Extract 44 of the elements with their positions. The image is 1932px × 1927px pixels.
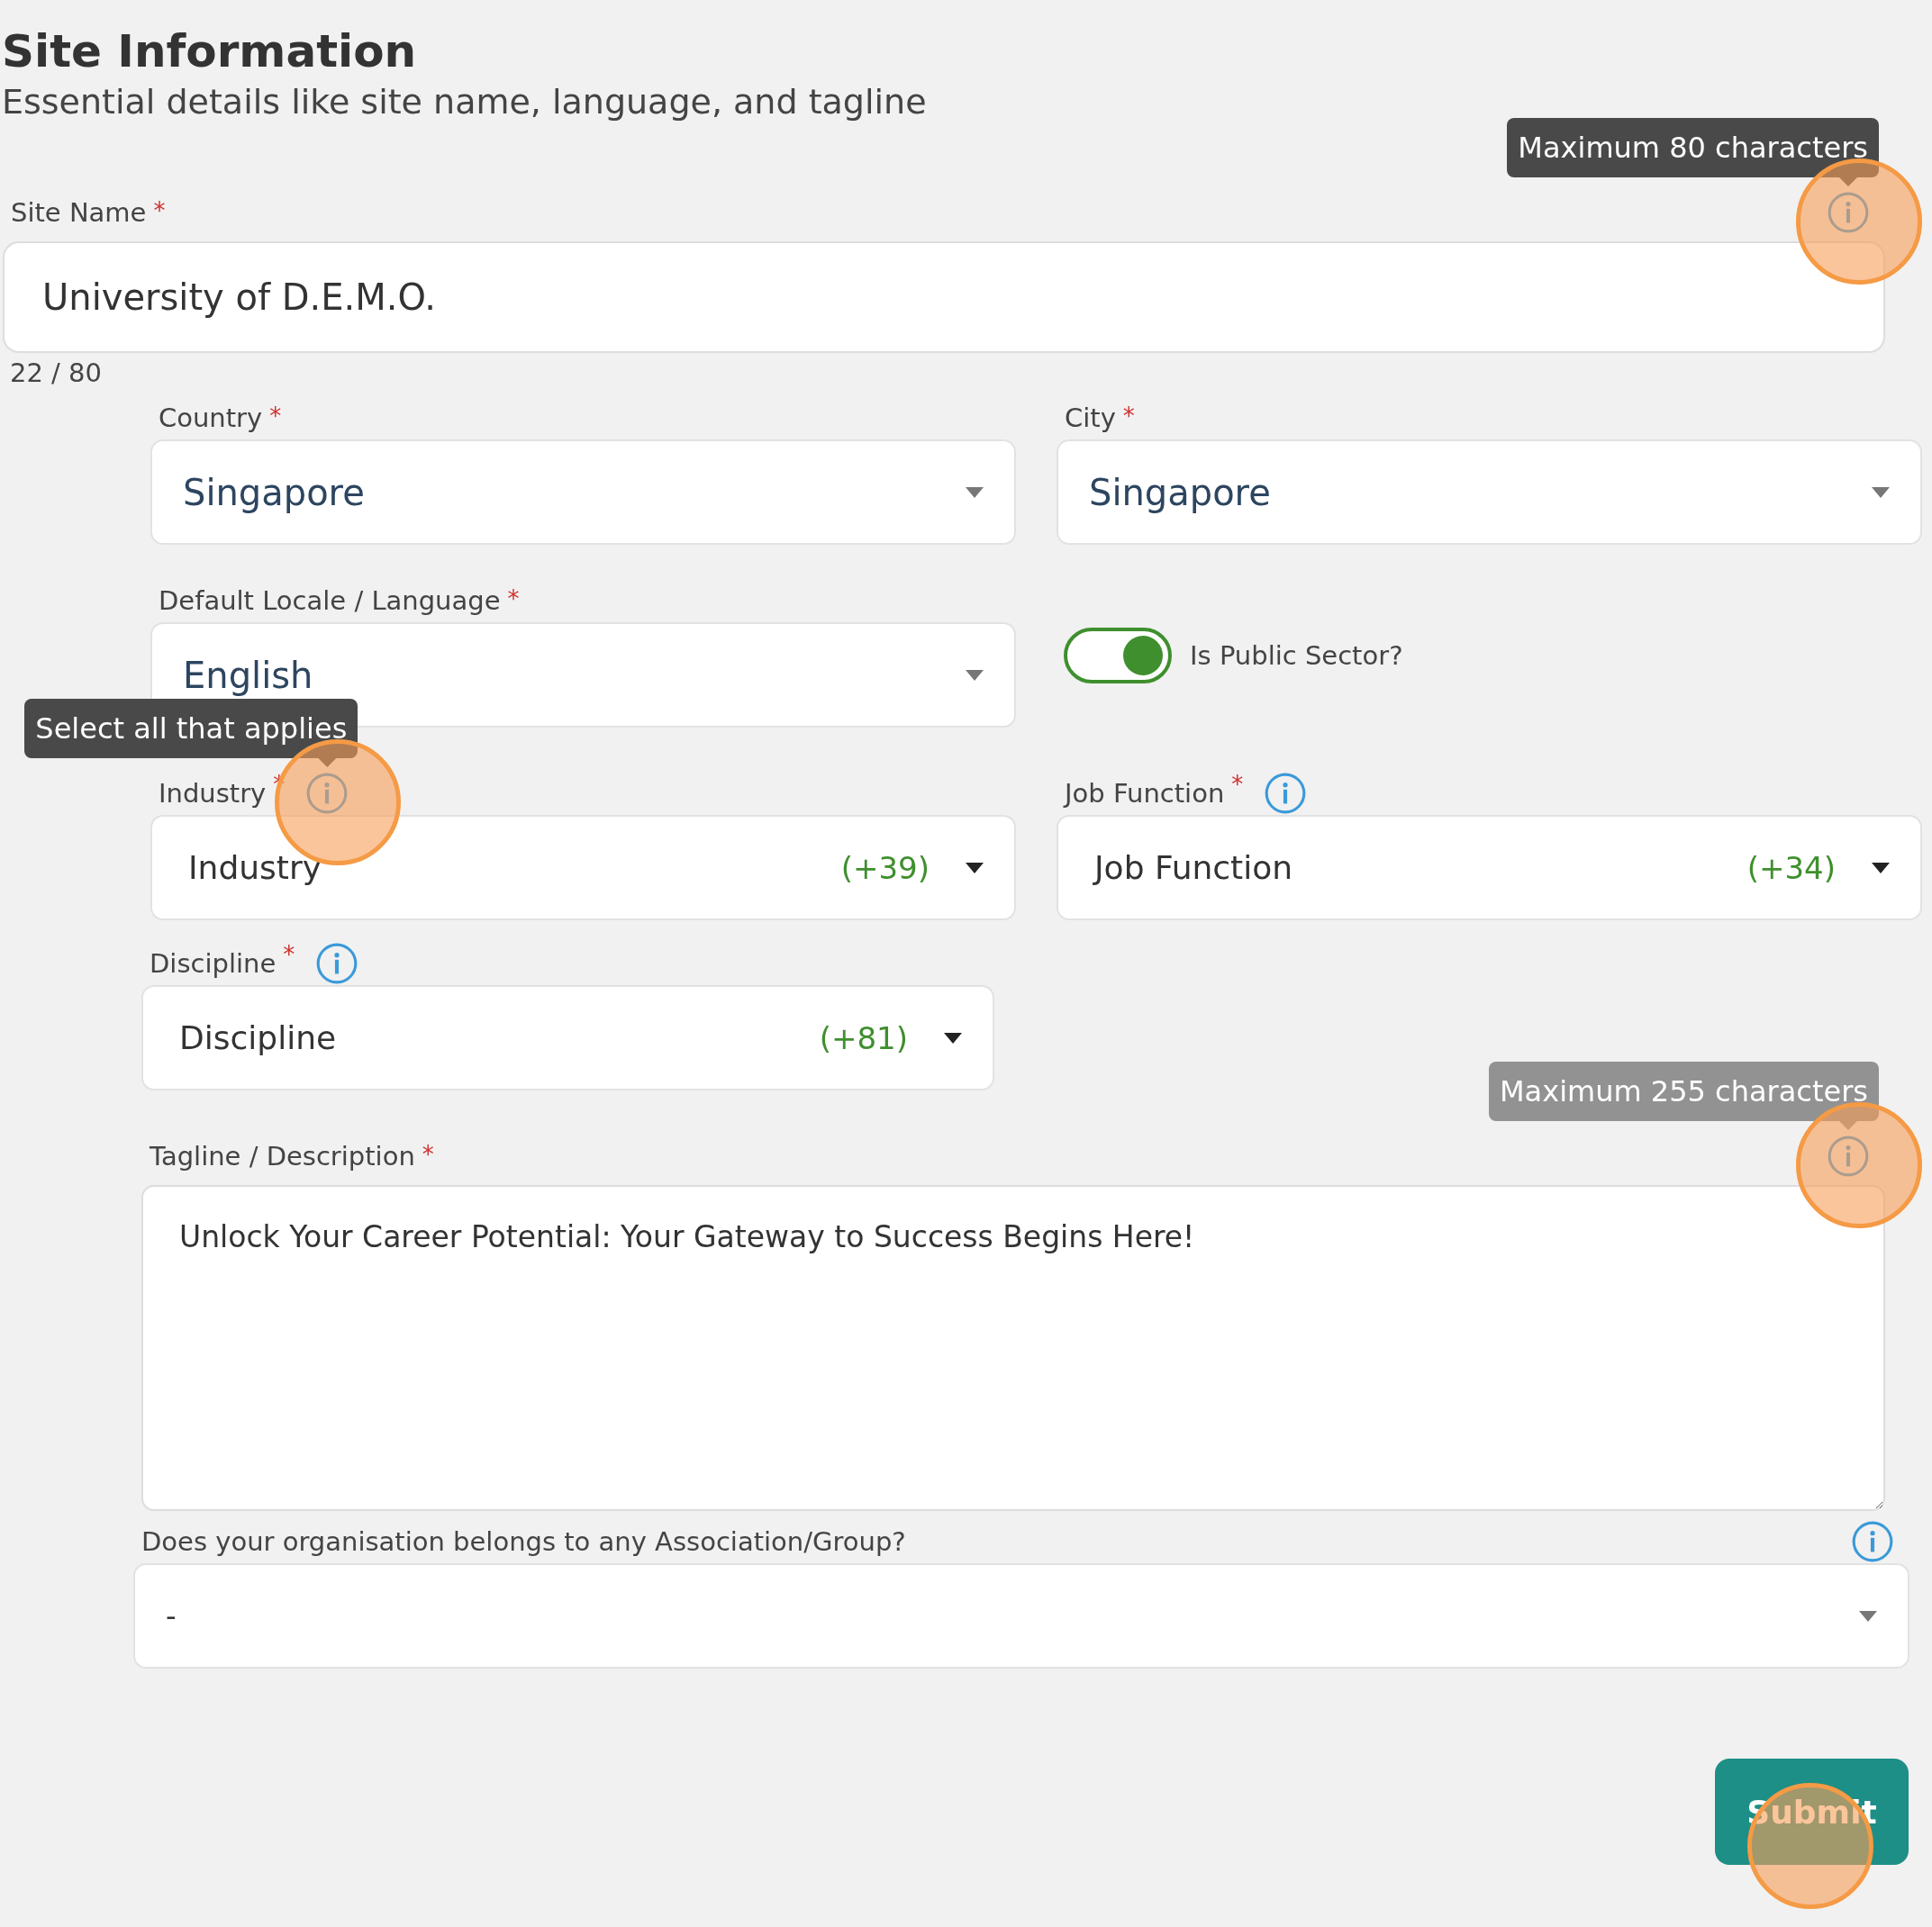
multi-select-dropdown[interactable]: Discipline (+81) (141, 985, 994, 1090)
field-label: Country (159, 403, 263, 433)
tooltip: Maximum 255 characters (1489, 1062, 1879, 1121)
required-asterisk: * (283, 941, 295, 968)
required-asterisk: * (269, 403, 282, 430)
multi-select-dropdown[interactable]: Industry (+39) (150, 815, 1016, 920)
caret-icon (1872, 486, 1890, 498)
required-asterisk: * (507, 585, 520, 612)
field-label: City (1065, 403, 1116, 433)
info-icon[interactable] (1826, 1134, 1871, 1179)
selection-count: (+39) (840, 849, 930, 886)
page-title: Site Information (2, 24, 418, 79)
character-counter: 22 / 80 (10, 357, 103, 389)
caret-icon (966, 862, 984, 873)
page-subtitle: Essential details like site name, language, and tagline (2, 81, 928, 123)
caret-icon (944, 1032, 962, 1044)
caret-icon (1859, 1610, 1877, 1622)
caret-icon (966, 486, 984, 498)
field-label: Site Name (11, 197, 147, 228)
field-label: Does your organisation belongs to any Association/Group? (141, 1526, 906, 1557)
selection-count: (+34) (1746, 849, 1836, 886)
site-name-field[interactable]: University of D.E.M.O. (3, 241, 1885, 353)
required-asterisk: * (422, 1141, 434, 1168)
field-label: Job Function (1065, 778, 1225, 809)
required-asterisk: * (1122, 403, 1135, 430)
tooltip: Select all that applies (24, 699, 358, 758)
select-dropdown[interactable]: Singapore (1057, 439, 1922, 545)
required-asterisk: * (153, 197, 166, 224)
field-label: Industry (159, 778, 267, 809)
multi-select-dropdown[interactable]: Job Function (+34) (1057, 815, 1922, 920)
tooltip: Maximum 80 characters (1507, 118, 1879, 177)
caret-icon (1872, 862, 1890, 873)
info-icon[interactable] (1826, 190, 1871, 235)
caret-icon (966, 669, 984, 681)
field-label: Tagline / Description (150, 1141, 415, 1172)
field-label: Discipline (150, 948, 277, 979)
description-field[interactable]: Unlock Your Career Potential: Your Gateway to Success Begins Here! (141, 1185, 1885, 1511)
toggle-label: Is Public Sector? (1190, 640, 1403, 671)
select-dropdown[interactable]: - (133, 1563, 1909, 1669)
selection-count: (+81) (819, 1019, 908, 1056)
field-label: Default Locale / Language (159, 585, 501, 616)
select-dropdown[interactable]: Singapore (150, 439, 1016, 545)
required-asterisk: * (1231, 771, 1244, 798)
info-icon[interactable] (1850, 1519, 1895, 1564)
